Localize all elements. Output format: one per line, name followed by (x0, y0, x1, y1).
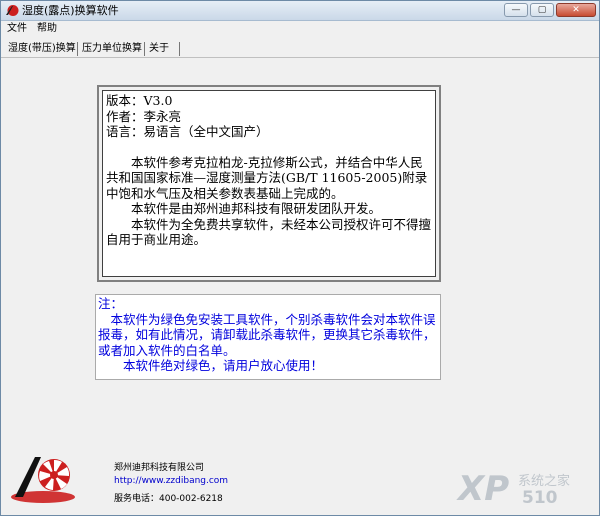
tab-pressure-conversion[interactable]: 压力单位换算 (82, 41, 142, 57)
license-paragraph: 本软件为全免费共享软件，未经本公司授权许可不得擅自用于商业用途。 (106, 216, 432, 248)
company-url-link[interactable]: http://www.zzdibang.com (114, 476, 228, 486)
tab-divider-line (1, 57, 599, 58)
note-green-paragraph: 本软件绝对绿色，请用户放心使用！ (98, 358, 324, 373)
note-antivirus-paragraph: 本软件为绿色免安装工具软件，个别杀毒软件会对本软件误报毒，如有此情况，请卸载此杀… (98, 311, 436, 358)
about-panel: 版本：V3.0 作者：李永亮 语言：易语言（全中文国产） 本软件参考克拉柏龙-克… (97, 85, 441, 282)
tab-divider (144, 42, 145, 56)
company-name: 郑州迪邦科技有限公司 (114, 463, 205, 473)
tab-divider (179, 42, 180, 56)
maximize-button[interactable]: ▢ (530, 3, 554, 17)
note-panel: 注： 本软件为绿色免安装工具软件，个别杀毒软件会对本软件误报毒，如有此情况，请卸… (95, 294, 441, 380)
service-phone: 服务电话：400-002-6218 (114, 494, 223, 504)
about-text: 版本：V3.0 作者：李永亮 语言：易语言（全中文国产） 本软件参考克拉柏龙-克… (102, 90, 436, 277)
developer-paragraph: 本软件是由郑州迪邦科技有限研发团队开发。 (106, 201, 382, 216)
site-watermark: XP 系统之家 510 (456, 469, 570, 508)
svg-text:XP: XP (456, 469, 509, 508)
note-heading: 注： (98, 296, 124, 311)
version-line: 版本：V3.0 (106, 93, 173, 108)
company-logo (11, 457, 75, 503)
tab-divider (77, 42, 78, 56)
app-icon (6, 5, 19, 16)
app-window: 湿度(露点)换算软件 — ▢ ✕ 文件 帮助 湿度(带压)换算 压力单位换算 关… (0, 0, 600, 516)
title-bar[interactable]: 湿度(露点)换算软件 — ▢ ✕ (1, 1, 599, 21)
svg-text:510: 510 (522, 488, 558, 508)
svg-text:系统之家: 系统之家 (518, 473, 570, 489)
language-line: 语言：易语言（全中文国产） (106, 124, 269, 139)
tab-about[interactable]: 关于 (149, 41, 169, 57)
menu-help[interactable]: 帮助 (37, 22, 57, 35)
author-line: 作者：李永亮 (106, 108, 182, 124)
window-title: 湿度(露点)换算软件 (22, 4, 119, 17)
menu-file[interactable]: 文件 (7, 22, 27, 35)
close-button[interactable]: ✕ (556, 3, 596, 17)
description-paragraph: 本软件参考克拉柏龙-克拉修斯公式，并结合中华人民共和国国家标准—湿度测量方法(G… (106, 154, 428, 201)
minimize-button[interactable]: — (504, 3, 528, 17)
tab-humidity-conversion[interactable]: 湿度(带压)换算 (8, 41, 76, 57)
menu-bar: 文件 帮助 (1, 21, 599, 36)
